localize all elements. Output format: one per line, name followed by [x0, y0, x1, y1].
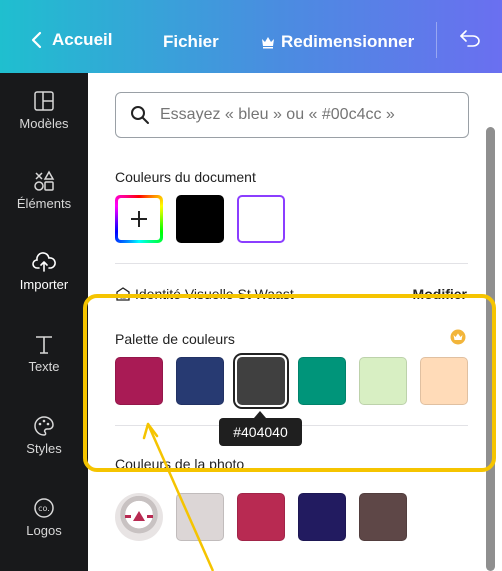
sidebar-item-importer[interactable]: Importer: [0, 251, 88, 292]
svg-text:co.: co.: [38, 504, 50, 513]
sidebar-item-elements[interactable]: Éléments: [0, 170, 88, 211]
resize-button[interactable]: Redimensionner: [261, 32, 414, 52]
sidebar-item-label: Logos: [26, 523, 62, 538]
shapes-icon: [34, 170, 55, 191]
sidebar-item-label: Importer: [19, 277, 69, 292]
left-sidebar: Modèles Éléments Importer Texte Styles c…: [0, 73, 88, 571]
logo-mark-icon: [125, 511, 153, 521]
photo-thumbnail[interactable]: [115, 493, 163, 541]
sidebar-item-label: Texte: [28, 359, 60, 374]
top-toolbar: Accueil Fichier Redimensionner: [0, 0, 502, 73]
photo-color-swatch[interactable]: [176, 493, 224, 541]
plus-icon: [131, 211, 147, 227]
resize-label: Redimensionner: [281, 32, 415, 51]
logo-icon: co.: [34, 498, 54, 518]
photo-color-swatch[interactable]: [298, 493, 346, 541]
document-color-swatch[interactable]: [176, 195, 224, 243]
sidebar-item-label: Éléments: [16, 196, 72, 211]
back-home-button[interactable]: Accueil: [30, 30, 112, 50]
document-color-swatch[interactable]: [237, 195, 285, 243]
sidebar-item-modeles[interactable]: Modèles: [0, 90, 88, 131]
sidebar-item-logos[interactable]: co. Logos: [0, 497, 88, 538]
file-menu-button[interactable]: Fichier: [163, 32, 219, 52]
crown-icon: [262, 37, 274, 49]
photo-color-swatch[interactable]: [237, 493, 285, 541]
chevron-left-icon: [31, 31, 42, 49]
section-divider: [115, 263, 468, 264]
photo-color-swatch[interactable]: [359, 493, 407, 541]
text-icon: [36, 336, 52, 354]
palette-icon: [34, 416, 54, 436]
sidebar-item-label: Modèles: [19, 116, 69, 131]
sidebar-item-label: Styles: [26, 441, 62, 456]
sidebar-item-styles[interactable]: Styles: [0, 415, 88, 456]
layout-icon: [34, 91, 54, 111]
search-icon: [131, 106, 149, 124]
add-color-button[interactable]: [115, 195, 163, 243]
palette-highlight-annotation: [83, 294, 496, 472]
color-search-box[interactable]: [115, 92, 469, 138]
cloud-upload-icon: [32, 252, 56, 272]
toolbar-separator: [436, 22, 437, 58]
undo-icon[interactable]: [458, 28, 482, 48]
document-colors-title: Couleurs du document: [115, 169, 256, 185]
back-label: Accueil: [52, 30, 113, 49]
search-input[interactable]: [160, 106, 460, 124]
sidebar-item-texte[interactable]: Texte: [0, 333, 88, 374]
